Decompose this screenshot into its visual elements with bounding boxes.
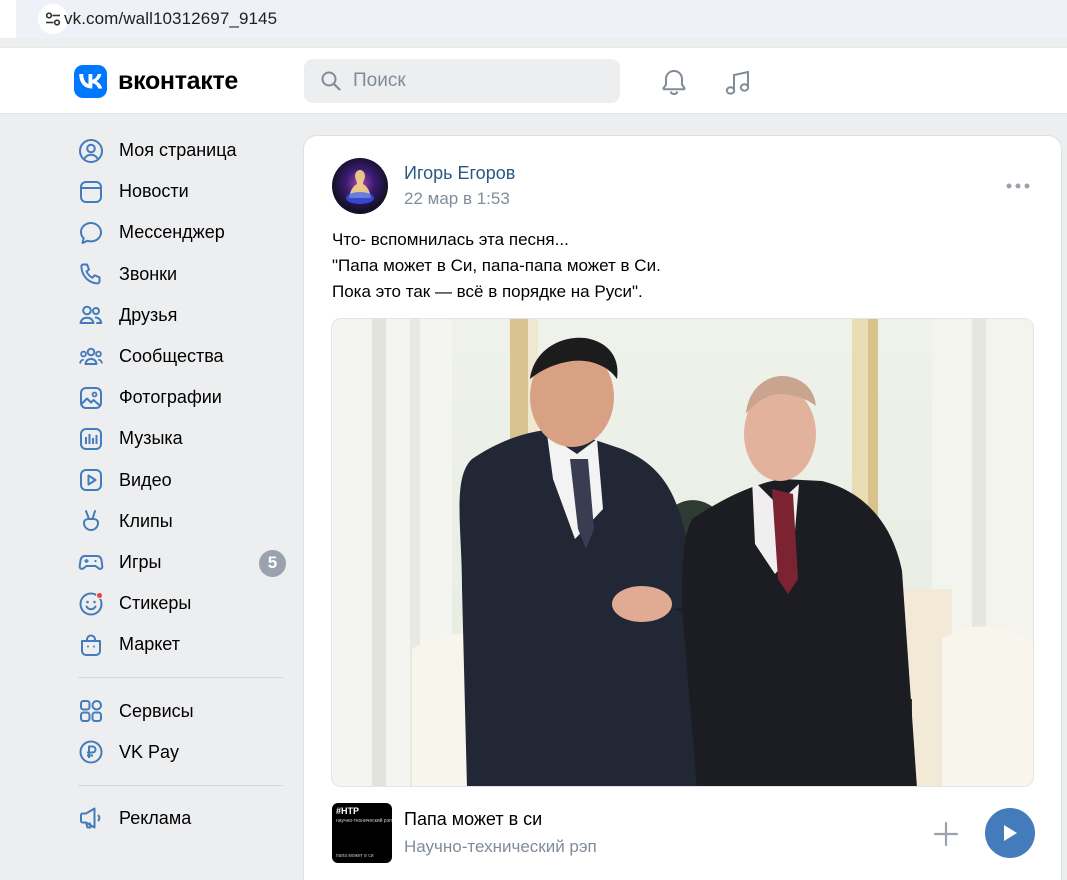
sidebar-item-stickers[interactable]: Стикеры (70, 583, 295, 624)
friends-icon (78, 302, 104, 328)
cover-text: #НТР (336, 806, 360, 816)
more-options-icon[interactable] (1005, 176, 1031, 196)
album-cover: #НТР научно-технический рэп папа может в… (332, 803, 392, 863)
sidebar-item-calls[interactable]: Звонки (70, 254, 295, 295)
wall-post: Игорь Егоров 22 мар в 1:53 Что- вспомнил… (303, 135, 1062, 880)
sidebar-item-label: Фотографии (119, 387, 222, 408)
track-title[interactable]: Папа может в си (404, 809, 542, 830)
post-author-link[interactable]: Игорь Егоров (404, 163, 515, 184)
post-text-line: Пока это так — всё в порядке на Руси". (332, 282, 643, 301)
sidebar-item-label: Стикеры (119, 593, 192, 614)
vk-logo-text: вконтакте (118, 67, 239, 95)
sidebar-item-news[interactable]: Новости (70, 171, 295, 212)
add-track-icon[interactable] (932, 820, 960, 848)
sidebar-item-label: Клипы (119, 510, 173, 531)
sidebar-item-services[interactable]: Сервисы (70, 690, 295, 731)
sidebar-item-label: Моя страница (119, 140, 237, 161)
sidebar-item-label: Видео (119, 469, 172, 490)
sidebar-divider (78, 677, 283, 679)
browser-url-bar: vk.com/wall10312697_9145 (0, 0, 1067, 38)
search-icon (321, 71, 341, 91)
sidebar-item-label: VK Pay (119, 741, 180, 762)
music-icon (78, 426, 104, 452)
sidebar-item-label: Звонки (119, 263, 178, 284)
sidebar-item-games[interactable]: Игры 5 (70, 542, 295, 583)
post-text-line: Что- вспомнилась эта песня... (332, 230, 569, 249)
sidebar-item-market[interactable]: Маркет (70, 624, 295, 665)
message-icon (78, 220, 104, 246)
vkpay-icon (78, 739, 104, 765)
sidebar-item-label: Игры (119, 551, 162, 572)
sidebar-item-photos[interactable]: Фотографии (70, 377, 295, 418)
sidebar-item-music[interactable]: Музыка (70, 418, 295, 459)
play-icon (1004, 825, 1017, 841)
phone-icon (78, 261, 104, 287)
music-note-icon[interactable] (722, 66, 754, 98)
ads-icon (78, 805, 104, 831)
services-icon (78, 698, 104, 724)
sidebar-item-label: Мессенджер (119, 222, 225, 243)
user-circle-icon (78, 138, 104, 164)
bell-icon[interactable] (658, 66, 690, 98)
url-text[interactable]: vk.com/wall10312697_9145 (64, 9, 277, 29)
sidebar-item-vk-pay[interactable]: VK Pay (70, 732, 295, 773)
search-box[interactable] (304, 59, 620, 103)
address-field[interactable]: vk.com/wall10312697_9145 (16, 0, 1067, 38)
games-counter-badge: 5 (259, 549, 286, 577)
sidebar-item-messenger[interactable]: Мессенджер (70, 212, 295, 253)
clips-icon (78, 508, 104, 534)
news-icon (78, 179, 104, 205)
post-text-line: "Папа может в Си, папа-папа может в Си. (332, 256, 661, 275)
post-text: Что- вспомнилась эта песня... "Папа може… (332, 227, 661, 305)
sidebar-item-label: Друзья (119, 304, 178, 325)
sidebar-item-label: Реклама (119, 807, 192, 828)
sidebar-item-communities[interactable]: Сообщества (70, 336, 295, 377)
sidebar-item-label: Новости (119, 181, 189, 202)
video-icon (78, 467, 104, 493)
sidebar-divider (78, 784, 283, 786)
audio-attachment[interactable]: #НТР научно-технический рэп папа может в… (332, 803, 1035, 863)
market-icon (78, 632, 104, 658)
vk-header: вконтакте (0, 47, 1067, 114)
author-avatar[interactable] (332, 158, 388, 214)
sidebar-item-clips[interactable]: Клипы (70, 501, 295, 542)
post-photo[interactable] (331, 318, 1034, 787)
photos-icon (78, 385, 104, 411)
sidebar-item-label: Музыка (119, 428, 183, 449)
vk-logo[interactable]: вконтакте (74, 65, 238, 98)
search-input[interactable] (353, 70, 593, 92)
notification-dot (96, 591, 103, 599)
post-date[interactable]: 22 мар в 1:53 (404, 189, 510, 209)
sidebar-item-video[interactable]: Видео (70, 460, 295, 501)
sidebar-item-friends[interactable]: Друзья (70, 295, 295, 336)
sidebar-item-my-page[interactable]: Моя страница (70, 130, 295, 171)
sidebar-item-label: Сообщества (119, 346, 224, 367)
cover-text: папа может в си (336, 853, 374, 859)
communities-icon (78, 344, 104, 370)
play-button[interactable] (985, 808, 1035, 858)
games-icon (78, 549, 104, 575)
sidebar-item-label: Сервисы (119, 700, 194, 721)
track-artist[interactable]: Научно-технический рэп (404, 837, 597, 857)
stickers-icon (78, 591, 104, 617)
vk-logo-icon (74, 65, 107, 98)
cover-text: научно-технический рэп (336, 818, 392, 824)
sidebar-item-label: Маркет (119, 634, 180, 655)
sidebar-item-ads[interactable]: Реклама (70, 798, 295, 839)
left-sidebar: Моя страница Новости Мессенджер Звонки Д… (70, 130, 295, 839)
